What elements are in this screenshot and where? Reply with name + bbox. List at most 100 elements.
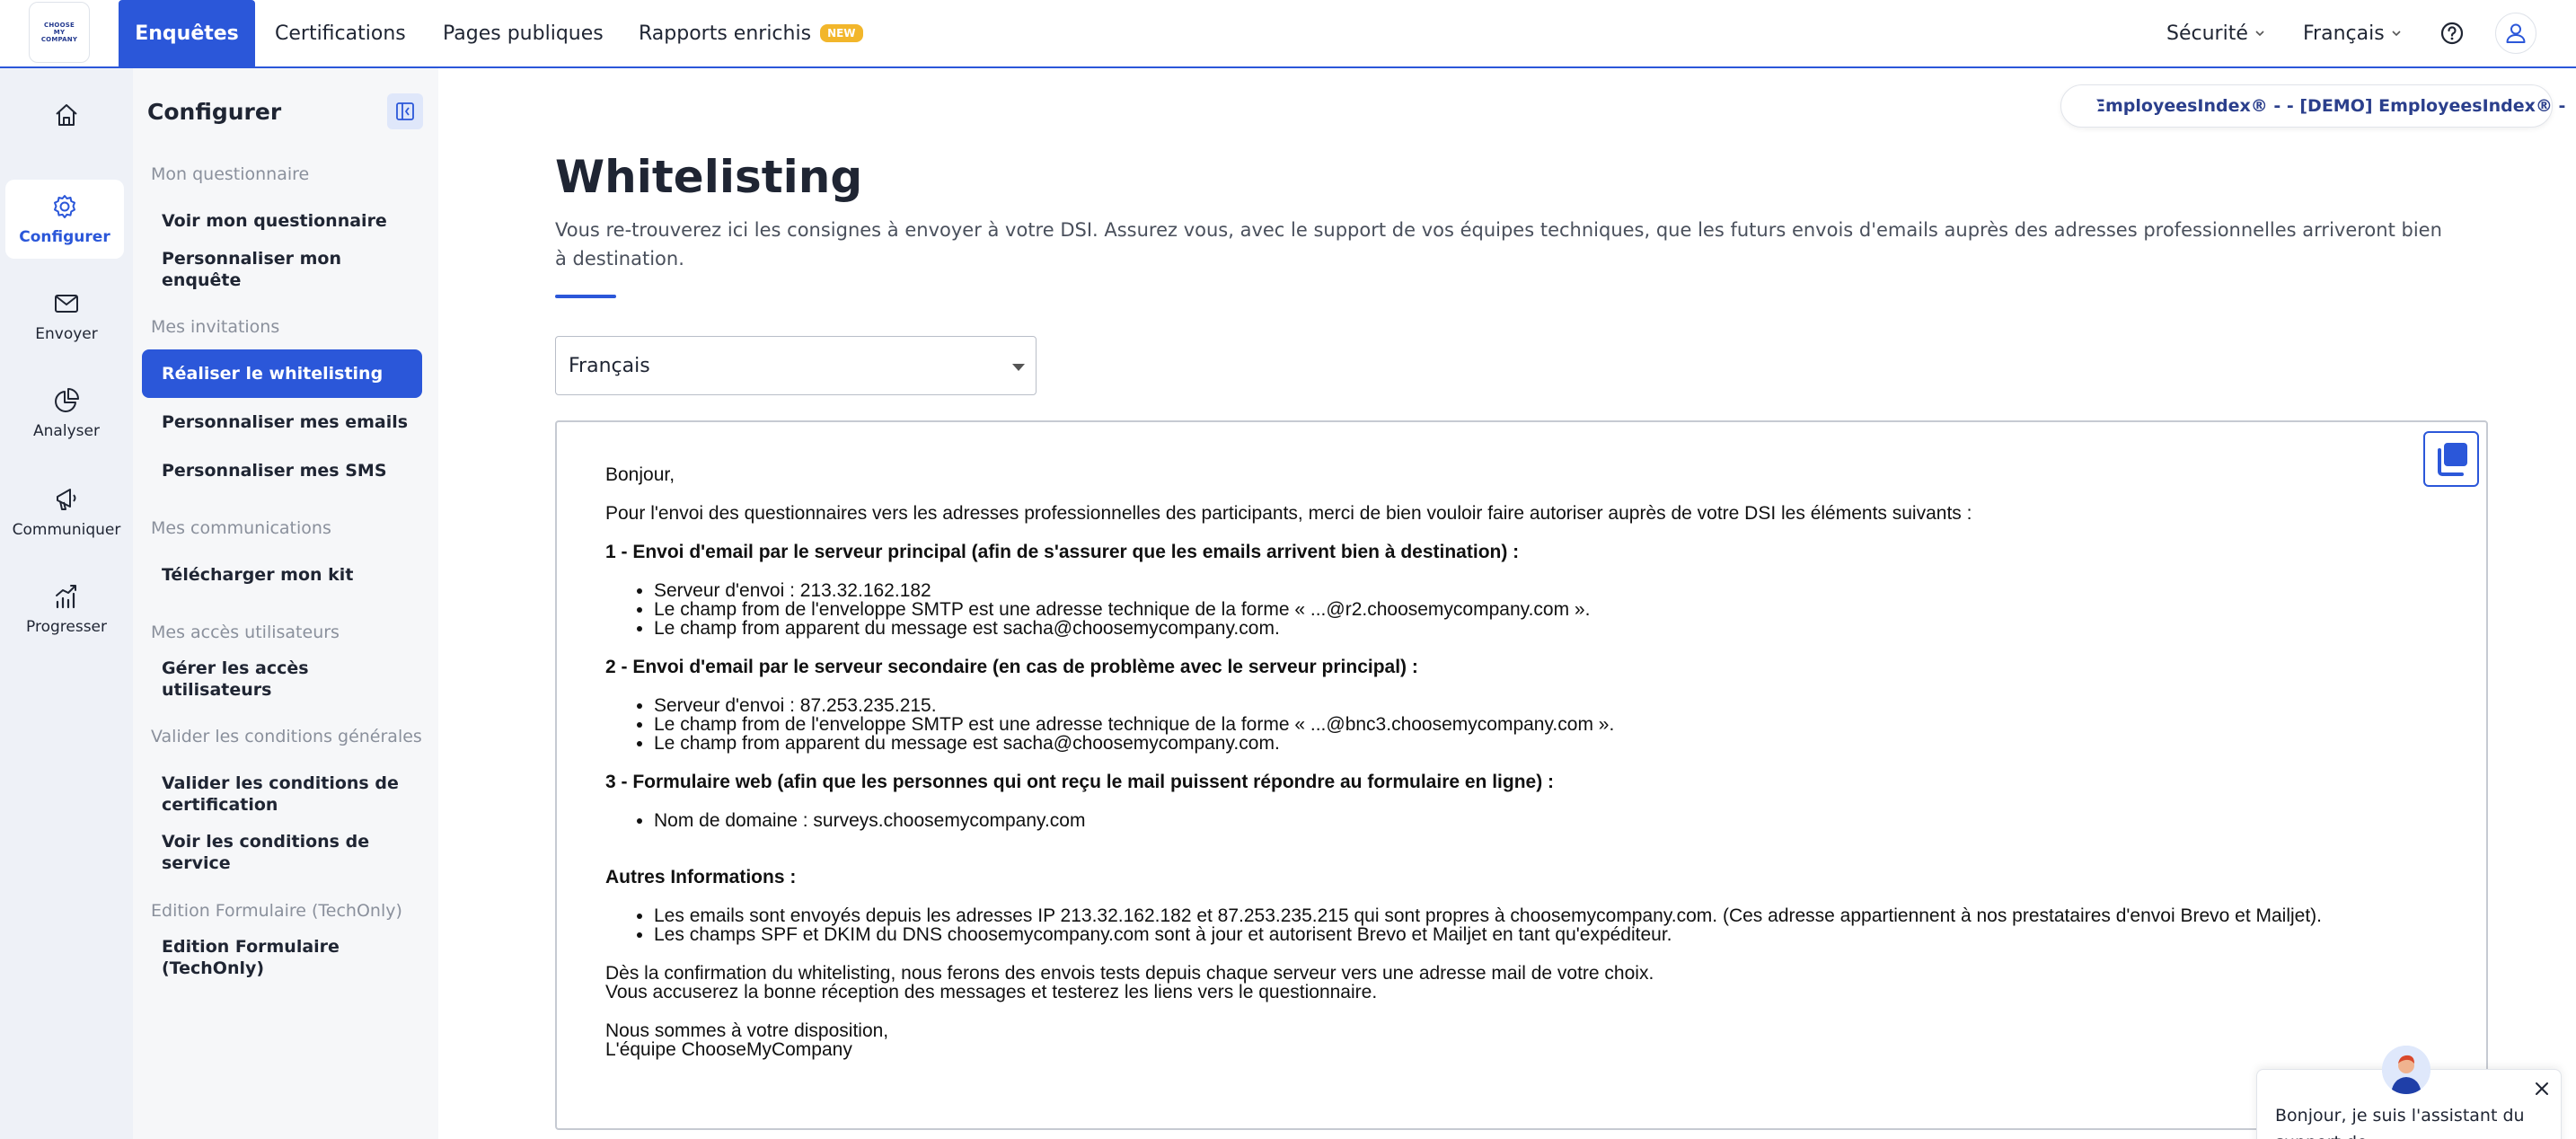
nav-tab-label: Enquêtes <box>135 22 239 45</box>
sidebar-group-questionnaire: Mon questionnaire <box>151 164 310 184</box>
security-label: Sécurité <box>2166 22 2248 45</box>
collapse-sidebar-icon <box>396 102 414 120</box>
language-label: Français <box>2303 22 2385 45</box>
nav-tab-label: Rapports enrichis <box>639 22 812 45</box>
rail-communicate[interactable]: Communiquer <box>0 472 133 552</box>
configure-sidebar: Configurer Mon questionnaire Voir mon qu… <box>133 68 438 1139</box>
chevron-down-icon <box>2255 31 2264 37</box>
sidebar-item-view-questionnaire[interactable]: Voir mon questionnaire <box>142 203 422 239</box>
growth-chart-icon <box>56 585 76 609</box>
nav-tab-certifications[interactable]: Certifications <box>275 0 406 66</box>
chat-assistant-avatar[interactable] <box>2382 1046 2430 1094</box>
other-info-list: Les emails sont envoyés depuis les adres… <box>605 906 2420 944</box>
rail-configure[interactable]: Configurer <box>5 180 124 259</box>
sidebar-item-download-kit[interactable]: Télécharger mon kit <box>142 557 422 593</box>
list-item: Le champ from apparent du message est sa… <box>654 734 2420 753</box>
user-icon <box>2506 23 2526 43</box>
closing-line-2: Vous accuserez la bonne réception des me… <box>605 982 1378 1002</box>
section-3-title: 3 - Formulaire web (afin que les personn… <box>605 772 1555 792</box>
page-title: Whitelisting <box>555 151 863 203</box>
selected-language: Français <box>569 354 650 377</box>
rail-home[interactable] <box>0 79 133 151</box>
rail-label: Progresser <box>26 618 107 636</box>
logo-text-2: MY <box>53 29 66 36</box>
letter-intro: Pour l'envoi des questionnaires vers les… <box>605 503 1972 524</box>
help-icon <box>2440 22 2464 45</box>
list-item: Serveur d'envoi : 87.253.235.215. <box>654 696 2420 715</box>
user-account-button[interactable] <box>2495 0 2536 66</box>
sidebar-group-invitations: Mes invitations <box>151 317 280 337</box>
title-underline <box>555 295 616 298</box>
nav-tab-label: Pages publiques <box>443 22 604 45</box>
sidebar-item-whitelisting[interactable]: Réaliser le whitelisting <box>142 349 422 398</box>
security-dropdown[interactable]: Sécurité <box>2166 0 2264 66</box>
logo-text-3: COMPANY <box>40 36 78 43</box>
sidebar-item-customize-sms[interactable]: Personnaliser mes SMS <box>142 453 422 489</box>
list-item: Serveur d'envoi : 213.32.162.182 <box>654 581 2420 600</box>
sidebar-item-view-service-terms[interactable]: Voir les conditions de service <box>142 832 422 873</box>
sidebar-item-form-edit-techonly[interactable]: Edition Formulaire (TechOnly) <box>142 937 422 978</box>
section-1-title: 1 - Envoi d'email par le serveur princip… <box>605 542 1520 562</box>
pie-chart-icon <box>55 388 79 412</box>
rail-label: Communiquer <box>12 521 121 539</box>
section-1-list: Serveur d'envoi : 213.32.162.182 Le cham… <box>605 581 2420 638</box>
other-info-title: Autres Informations : <box>605 867 797 887</box>
rail-label: Configurer <box>19 228 110 246</box>
company-logo[interactable]: CHOOSE MY COMPANY <box>29 2 90 63</box>
logo-text-1: CHOOSE <box>44 22 75 29</box>
instructions-letter: Bonjour, Pour l'envoi des questionnaires… <box>605 465 2420 1059</box>
signoff-line-1: Nous sommes à votre disposition, <box>605 1020 889 1041</box>
home-icon <box>56 104 77 126</box>
sidebar-group-terms: Valider les conditions générales <box>151 727 422 746</box>
copy-button[interactable] <box>2423 431 2479 487</box>
whitelisting-instructions-box: Bonjour, Pour l'envoi des questionnaires… <box>555 420 2488 1130</box>
sidebar-item-customize-survey[interactable]: Personnaliser mon enquête <box>142 249 422 290</box>
sidebar-title: Configurer <box>147 99 282 125</box>
toggle-knob <box>2079 96 2099 116</box>
nav-tab-label: Certifications <box>275 22 406 45</box>
language-dropdown[interactable]: Français <box>2303 0 2401 66</box>
list-item: Les champs SPF et DKIM du DNS choosemyco… <box>654 925 2420 944</box>
primary-icon-rail: Configurer Envoyer Analyser Communiquer … <box>0 68 133 1139</box>
letter-greeting: Bonjour, <box>605 464 675 485</box>
sidebar-item-validate-certification-terms[interactable]: Valider les conditions de certification <box>142 769 402 819</box>
new-badge: NEW <box>820 24 863 42</box>
closing-line-1: Dès la confirmation du whitelisting, nou… <box>605 963 1654 984</box>
nav-tab-enriched-reports[interactable]: Rapports enrichis NEW <box>639 0 863 66</box>
rail-label: Envoyer <box>35 325 98 343</box>
avatar <box>2495 13 2536 54</box>
context-label: EmployeesIndex® - - [DEMO] EmployeesInde… <box>2094 96 2566 116</box>
collapse-sidebar-button[interactable] <box>387 93 423 129</box>
rail-send[interactable]: Envoyer <box>0 277 133 356</box>
envelope-icon <box>55 295 78 313</box>
megaphone-icon <box>57 489 76 510</box>
rail-analyze[interactable]: Analyser <box>0 374 133 453</box>
sidebar-item-manage-user-access[interactable]: Gérer les accès utilisateurs <box>142 658 422 700</box>
survey-context-selector[interactable]: EmployeesIndex® - - [DEMO] EmployeesInde… <box>2060 84 2565 128</box>
gear-icon <box>54 195 75 218</box>
dropdown-caret-icon <box>1012 364 1025 371</box>
list-item: Nom de domaine : surveys.choosemycompany… <box>654 811 2420 830</box>
nav-tab-surveys[interactable]: Enquêtes <box>119 0 255 66</box>
list-item: Les emails sont envoyés depuis les adres… <box>654 906 2420 925</box>
main-content: EmployeesIndex® - - [DEMO] EmployeesInde… <box>438 68 2576 1139</box>
top-navigation-bar: CHOOSE MY COMPANY Enquêtes Certification… <box>0 0 2576 68</box>
list-item: Le champ from de l'enveloppe SMTP est un… <box>654 600 2420 619</box>
page-description: Vous re-trouverez ici les consignes à en… <box>555 219 2442 269</box>
letter-language-select[interactable]: Français <box>555 336 1037 395</box>
sidebar-item-customize-emails[interactable]: Personnaliser mes emails <box>142 404 422 440</box>
close-icon[interactable] <box>2534 1081 2550 1097</box>
signoff-line-2: L'équipe ChooseMyCompany <box>605 1039 852 1060</box>
copy-icon <box>2438 443 2467 476</box>
sidebar-group-form-edit: Edition Formulaire (TechOnly) <box>151 901 402 921</box>
chat-message: Bonjour, je suis l'assistant du support … <box>2275 1106 2525 1139</box>
section-2-title: 2 - Envoi d'email par le serveur seconda… <box>605 657 1418 677</box>
list-item: Le champ from apparent du message est sa… <box>654 619 2420 638</box>
help-button[interactable] <box>2439 0 2465 66</box>
chevron-down-icon <box>2392 31 2401 37</box>
nav-tab-public-pages[interactable]: Pages publiques <box>443 0 604 66</box>
sidebar-group-user-access: Mes accès utilisateurs <box>151 622 340 642</box>
rail-progress[interactable]: Progresser <box>0 570 133 649</box>
rail-label: Analyser <box>33 422 100 440</box>
sidebar-group-communications: Mes communications <box>151 518 331 538</box>
